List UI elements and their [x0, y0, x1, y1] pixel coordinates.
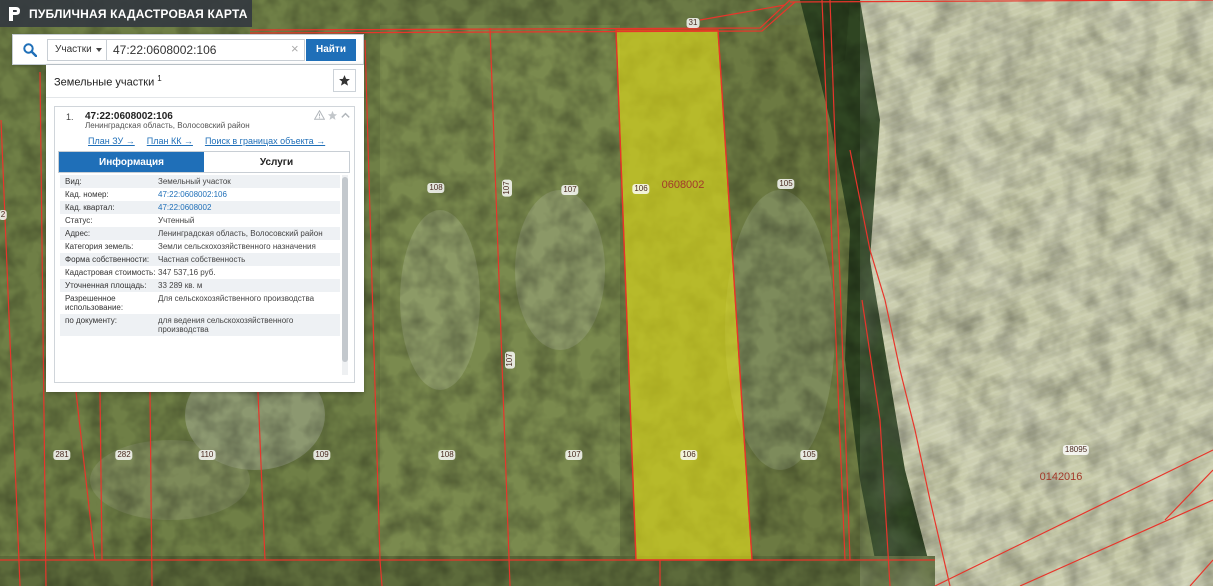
- plot-label[interactable]: 107: [561, 185, 579, 195]
- plot-label[interactable]: 109: [313, 450, 331, 460]
- row-value: 347 537,16 руб.: [158, 268, 216, 277]
- row-value: Частная собственность: [158, 255, 246, 264]
- plot-label[interactable]: 107: [565, 450, 583, 460]
- chevron-down-icon: [95, 47, 102, 52]
- row-value-link[interactable]: 47:22:0608002: [158, 203, 340, 212]
- plot-label[interactable]: 107: [505, 351, 515, 369]
- table-row: Разрешенное использование: Для сельскохо…: [60, 292, 340, 314]
- panel-title-text: Земельные участки: [54, 76, 155, 89]
- scrollbar-thumb[interactable]: [342, 177, 348, 362]
- chevron-up-icon[interactable]: [340, 110, 351, 121]
- plot-label[interactable]: 282: [115, 450, 133, 460]
- row-value: Для сельскохозяйственного производства: [158, 294, 315, 303]
- plot-label[interactable]: 106: [632, 184, 650, 194]
- row-value: Земли сельскохозяйственного назначения: [158, 242, 316, 251]
- star-icon: [339, 75, 350, 86]
- search-input[interactable]: [107, 38, 305, 61]
- table-row: Категория земель: Земли сельскохозяйстве…: [60, 240, 340, 253]
- row-key: Кад. квартал:: [65, 203, 115, 212]
- link-search-in-bounds[interactable]: Поиск в границах объекта →: [205, 136, 325, 146]
- row-key: Кадастровая стоимость:: [65, 268, 156, 277]
- item-address: Ленинградская область, Волосовский район: [85, 121, 250, 130]
- plot-label[interactable]: 106: [680, 450, 698, 460]
- tab-services[interactable]: Услуги: [204, 152, 349, 172]
- search-type-label: Участки: [55, 44, 92, 55]
- row-key: по документу:: [65, 316, 117, 325]
- row-value: Ленинградская область, Волосовский район: [158, 229, 323, 238]
- row-key: Категория земель:: [65, 242, 134, 251]
- plot-label[interactable]: 107: [502, 179, 512, 197]
- warning-icon[interactable]: [314, 110, 325, 120]
- table-row: Уточненная площадь: 33 289 кв. м: [60, 279, 340, 292]
- link-plan-zu[interactable]: План ЗУ →: [88, 136, 135, 146]
- link-plan-kk[interactable]: План КК →: [147, 136, 193, 146]
- table-row: Вид: Земельный участок: [60, 175, 340, 188]
- tab-information[interactable]: Информация: [59, 152, 204, 172]
- row-key: Разрешенное использование:: [65, 294, 124, 312]
- table-scrollbar[interactable]: [342, 175, 348, 375]
- app-header: ПУБЛИЧНАЯ КАДАСТРОВАЯ КАРТА: [0, 0, 252, 27]
- star-icon[interactable]: [327, 110, 338, 121]
- row-value: 33 289 кв. м: [158, 281, 203, 290]
- results-panel: Земельные участки 1 1. 47:22:0608002:106…: [46, 65, 364, 392]
- card-links: План ЗУ → План КК → Поиск в границах объ…: [88, 136, 325, 146]
- panel-title: Земельные участки 1: [54, 74, 162, 89]
- row-key: Статус:: [65, 216, 93, 225]
- map-texture-east: [860, 0, 1213, 586]
- row-value: Учтенный: [158, 216, 195, 225]
- row-key: Кад. номер:: [65, 190, 109, 199]
- search-bar: Участки × Найти: [12, 34, 364, 65]
- app-logo-icon[interactable]: [8, 6, 21, 22]
- plot-label[interactable]: 105: [777, 179, 795, 189]
- quarter-label: 0142016: [1039, 471, 1083, 483]
- row-key: Вид:: [65, 177, 82, 186]
- clear-icon[interactable]: ×: [291, 41, 299, 56]
- table-row: Кад. квартал: 47:22:0608002: [60, 201, 340, 214]
- search-type-dropdown[interactable]: Участки: [47, 38, 107, 61]
- row-value-link[interactable]: 47:22:0608002:106: [158, 190, 340, 199]
- results-count: 1: [157, 73, 162, 83]
- table-row: Кад. номер: 47:22:0608002:106: [60, 188, 340, 201]
- row-key: Форма собственности:: [65, 255, 150, 264]
- row-value: для ведения сельскохозяйственного произв…: [158, 316, 294, 334]
- favorites-button[interactable]: [333, 69, 356, 92]
- plot-label[interactable]: 281: [53, 450, 71, 460]
- plot-label[interactable]: 108: [438, 450, 456, 460]
- card-actions: [314, 110, 351, 121]
- row-key: Уточненная площадь:: [65, 281, 147, 290]
- row-value: Земельный участок: [158, 177, 231, 186]
- table-row: Статус: Учтенный: [60, 214, 340, 227]
- card-tabs: Информация Услуги: [58, 151, 350, 173]
- plot-label[interactable]: 2: [0, 210, 8, 220]
- table-row: Адрес: Ленинградская область, Волосовски…: [60, 227, 340, 240]
- plot-label[interactable]: 110: [198, 450, 216, 460]
- search-button[interactable]: Найти: [306, 38, 356, 61]
- panel-header: Земельные участки 1: [46, 65, 364, 98]
- table-row: по документу: для ведения сельскохозяйст…: [60, 314, 340, 336]
- row-key: Адрес:: [65, 229, 91, 238]
- plot-label[interactable]: 18095: [1062, 445, 1090, 455]
- plot-label[interactable]: 108: [427, 183, 445, 193]
- table-row: Кадастровая стоимость: 347 537,16 руб.: [60, 266, 340, 279]
- search-icon[interactable]: [13, 34, 47, 65]
- item-index: 1.: [66, 112, 74, 122]
- attributes-table: Вид: Земельный участок Кад. номер: 47:22…: [60, 175, 340, 375]
- plot-label[interactable]: 105: [800, 450, 818, 460]
- parcel-card[interactable]: 1. 47:22:0608002:106 Ленинградская облас…: [54, 106, 355, 383]
- app-title: ПУБЛИЧНАЯ КАДАСТРОВАЯ КАРТА: [29, 6, 248, 21]
- quarter-label: 0608002: [661, 179, 705, 191]
- plot-label[interactable]: 31: [686, 18, 700, 28]
- table-row: Форма собственности: Частная собственнос…: [60, 253, 340, 266]
